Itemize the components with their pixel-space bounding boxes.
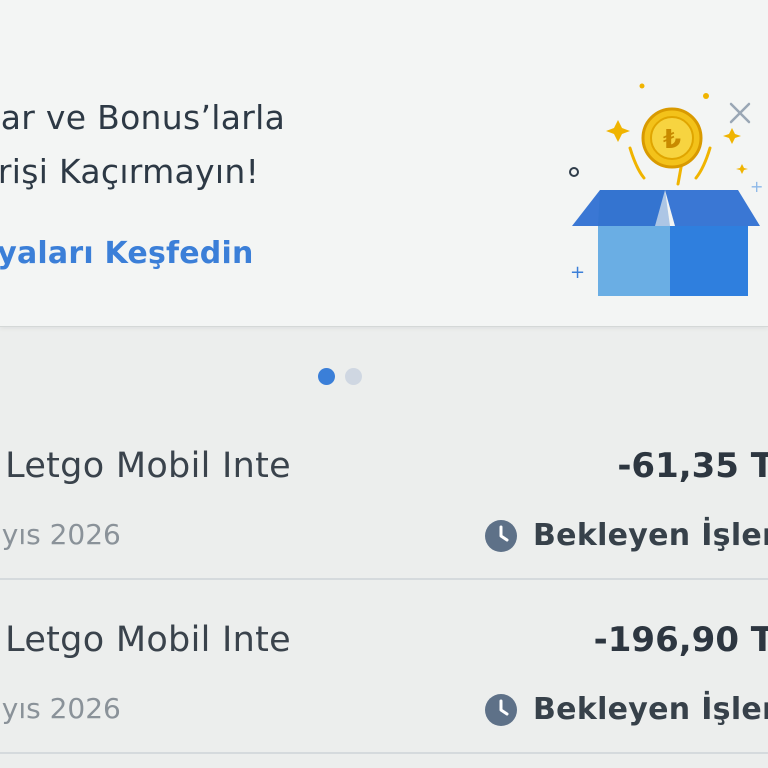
status-badge: Bekleyen İşler bbox=[484, 518, 768, 553]
status-label: Bekleyen İşler bbox=[533, 692, 768, 727]
banner-heading-line-2: sverişi Kaçırmayın! bbox=[0, 152, 260, 191]
gift-box-icon: + + ₺ bbox=[569, 83, 763, 296]
transaction-date: ıyıs 2026 bbox=[0, 692, 121, 725]
svg-text:₺: ₺ bbox=[663, 125, 681, 155]
status-label: Bekleyen İşler bbox=[533, 518, 768, 553]
svg-text:+: + bbox=[750, 177, 763, 196]
campaign-banner[interactable]: satlar ve Bonus’larla sverişi Kaçırmayın… bbox=[0, 0, 768, 327]
transaction-row[interactable]: o Letgo Mobil Inte -196,90 T ıyıs 2026 B… bbox=[0, 592, 768, 754]
page: satlar ve Bonus’larla sverişi Kaçırmayın… bbox=[0, 0, 768, 768]
svg-text:+: + bbox=[570, 262, 585, 283]
transaction-row[interactable]: o Letgo Mobil Inte -61,35 T ıyıs 2026 Be… bbox=[0, 418, 768, 580]
carousel-pager[interactable] bbox=[318, 368, 362, 385]
explore-campaigns-link[interactable]: npanyaları Keşfedin bbox=[0, 236, 254, 271]
pager-dot-2[interactable] bbox=[345, 368, 362, 385]
transaction-date: ıyıs 2026 bbox=[0, 518, 121, 551]
transaction-amount: -196,90 T bbox=[593, 620, 768, 660]
clock-icon bbox=[485, 693, 517, 726]
status-badge: Bekleyen İşler bbox=[484, 692, 768, 727]
pager-dot-1[interactable] bbox=[318, 368, 335, 385]
transaction-title: o Letgo Mobil Inte bbox=[0, 446, 291, 486]
coin-icon: ₺ bbox=[641, 107, 703, 169]
transaction-title: o Letgo Mobil Inte bbox=[0, 620, 291, 660]
clock-icon bbox=[485, 519, 517, 552]
transaction-amount: -61,35 T bbox=[617, 446, 768, 486]
banner-heading-line-1: satlar ve Bonus’larla bbox=[0, 98, 286, 137]
